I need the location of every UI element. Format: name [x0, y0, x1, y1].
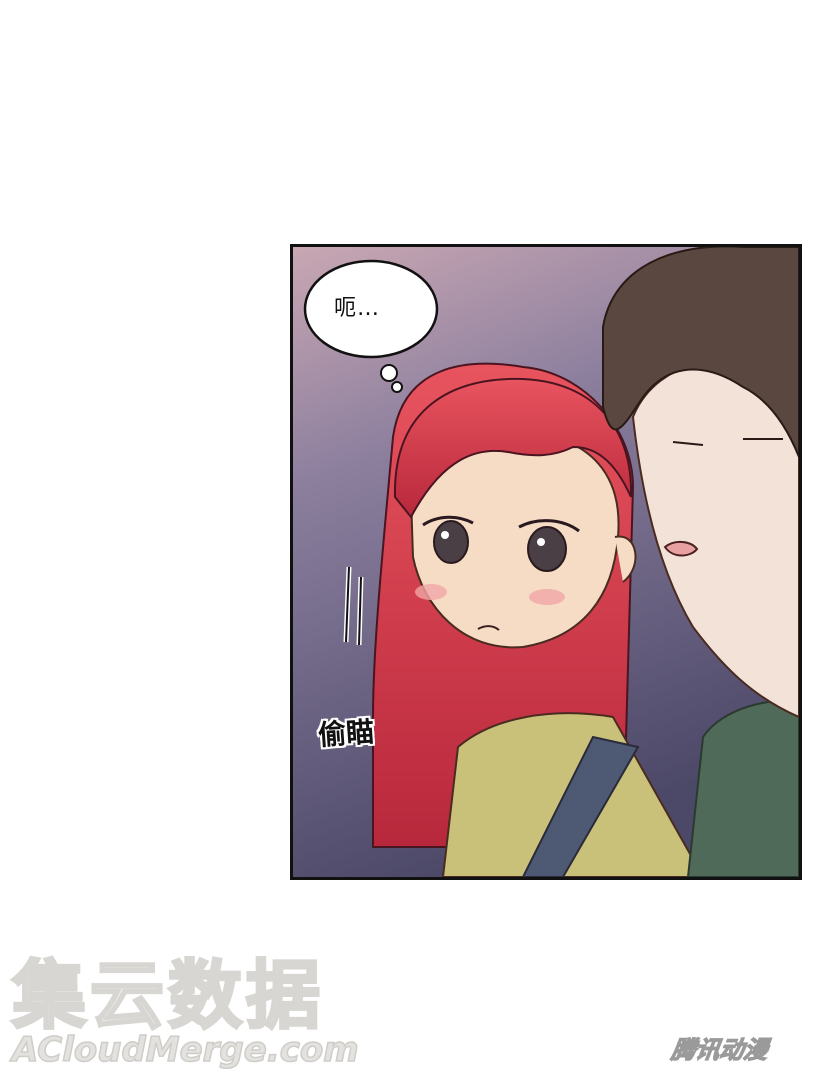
- sound-effect-text: 偷瞄: [317, 715, 376, 752]
- publisher-logo: 腾讯动漫: [669, 1035, 770, 1064]
- comic-panel: [290, 244, 802, 880]
- watermark-en: ACloudMerge.com: [11, 1029, 359, 1071]
- comic-illustration: [293, 247, 799, 877]
- speech-bubble-text: 呃…: [334, 296, 381, 321]
- watermark-cn: 集云数据: [11, 952, 324, 1041]
